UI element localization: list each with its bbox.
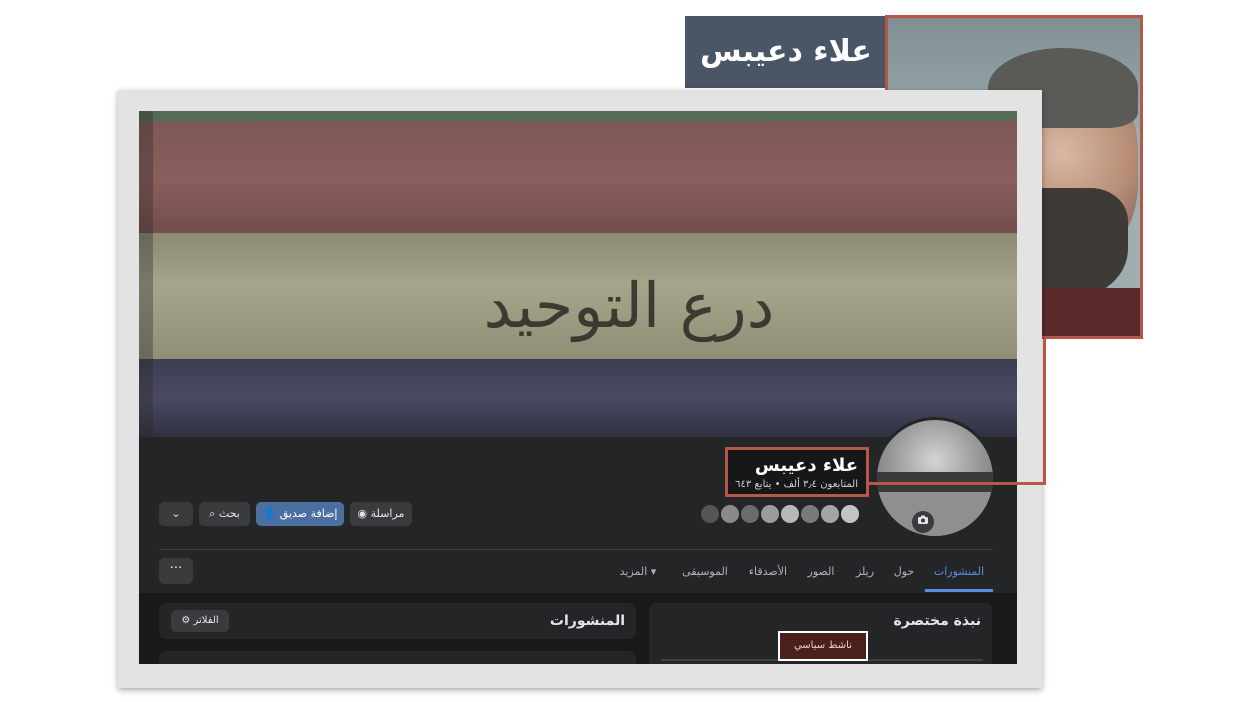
callout-connector-vertical (1043, 339, 1046, 485)
flag-band-blue (139, 359, 1017, 437)
tab-about[interactable]: حول (887, 561, 921, 583)
search-button-label: بحث (218, 507, 240, 520)
camera-icon[interactable] (912, 511, 934, 533)
profile-options-button[interactable]: ··· (159, 558, 193, 584)
add-person-icon: 👤 (262, 507, 277, 520)
flag-inscription: درع التوحيد (483, 269, 775, 342)
profile-avatar[interactable] (874, 417, 996, 539)
followers-count[interactable]: المتابعون ٣٫٤ ألف • يتابع ٦٤٣ (728, 478, 858, 492)
friend-avatar[interactable] (779, 503, 801, 525)
message-button-label: مراسلة (370, 507, 405, 520)
facebook-profile-screenshot: درع التوحيد علاء دعيبس المتابعون ٣٫٤ ألف… (139, 111, 1017, 664)
active-tab-indicator (925, 589, 993, 592)
friend-avatar[interactable] (799, 503, 821, 525)
friend-avatar[interactable] (819, 503, 841, 525)
header-divider (159, 549, 993, 550)
avatar-road (877, 492, 993, 536)
tab-music[interactable]: الموسيقى (675, 561, 735, 583)
search-button[interactable]: ⌕ بحث (199, 502, 250, 526)
posts-title: المنشورات (549, 613, 625, 629)
friend-avatar[interactable] (719, 503, 741, 525)
callout-name-banner: علاء دعيبس (685, 16, 887, 88)
messenger-icon: ◉ (357, 507, 368, 520)
message-button[interactable]: ◉ مراسلة (350, 502, 412, 526)
add-friend-button-label: إضافة صديق (279, 507, 338, 520)
more-actions-dropdown[interactable]: ⌄ (159, 502, 193, 526)
cover-shadow-edge (139, 111, 153, 437)
callout-connector-horizontal (869, 482, 1046, 485)
tab-photos[interactable]: الصور (801, 561, 841, 583)
intro-title: نبذة مختصرة (893, 613, 981, 629)
chevron-down-icon: ⌄ (171, 507, 181, 520)
friend-avatar[interactable] (739, 503, 761, 525)
tab-more[interactable]: المزيد ▾ (609, 561, 667, 583)
camera-icon-glyph (918, 515, 928, 524)
filter-icon: ⚙ (181, 615, 191, 626)
post-composer-card (159, 651, 636, 664)
tab-friends[interactable]: الأصدقاء (741, 561, 795, 583)
profile-name-highlight: علاء دعيبس المتابعون ٣٫٤ ألف • يتابع ٦٤٣ (725, 447, 869, 497)
add-friend-button[interactable]: 👤 إضافة صديق (256, 502, 344, 526)
friend-avatar[interactable] (699, 503, 721, 525)
cover-photo: درع التوحيد (139, 111, 1017, 437)
friend-avatar[interactable] (759, 503, 781, 525)
tab-posts[interactable]: المنشورات (929, 561, 989, 583)
profile-name: علاء دعيبس (754, 455, 858, 476)
friend-avatar[interactable] (839, 503, 861, 525)
mutual-friends-avatars[interactable] (699, 503, 861, 527)
tab-reels[interactable]: ريلز (849, 561, 881, 583)
search-icon: ⌕ (209, 507, 216, 520)
filters-button-label: الفلاتر (193, 615, 219, 626)
bio-highlight: ناشط سياسي (778, 631, 868, 661)
filters-button[interactable]: ⚙ الفلاتر (171, 610, 229, 632)
flag-band-red (139, 121, 1017, 249)
